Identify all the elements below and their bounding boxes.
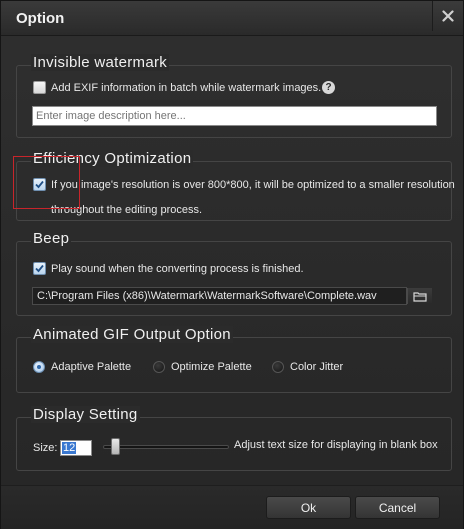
- size-hint-label: Adjust text size for displaying in blank…: [234, 439, 438, 451]
- cancel-button[interactable]: Cancel: [355, 496, 440, 519]
- image-description-input[interactable]: [32, 106, 437, 126]
- check-icon: [35, 264, 44, 273]
- optimize-palette-label: Optimize Palette: [171, 361, 252, 373]
- efficiency-label-line1: If you image's resolution is over 800*80…: [51, 179, 455, 191]
- folder-icon: [413, 291, 427, 302]
- color-jitter-label: Color Jitter: [290, 361, 344, 373]
- browse-folder-button[interactable]: [407, 288, 432, 304]
- invisible-watermark-title: Invisible watermark: [31, 54, 170, 71]
- display-setting-title: Display Setting: [31, 406, 140, 423]
- option-dialog: Option Invisible watermark Add EXIF info…: [0, 0, 464, 529]
- exif-checkbox[interactable]: [33, 81, 46, 94]
- invisible-watermark-group: Invisible watermark Add EXIF information…: [16, 54, 452, 138]
- efficiency-group: Efficiency Optimization If you image's r…: [16, 150, 455, 221]
- size-input[interactable]: 12: [60, 440, 92, 456]
- display-setting-group: Display Setting Size: 12 Adjust text siz…: [16, 406, 452, 471]
- size-value: 12: [62, 442, 77, 454]
- color-jitter-radio[interactable]: [272, 361, 284, 373]
- window-title: Option: [16, 10, 65, 27]
- exif-label: Add EXIF information in batch while wate…: [51, 82, 322, 94]
- beep-group: Beep Play sound when the converting proc…: [16, 230, 452, 316]
- title-bar[interactable]: Option: [1, 1, 463, 36]
- highlight-annotation: [13, 156, 80, 209]
- close-icon: [442, 10, 454, 22]
- size-label: Size:: [33, 442, 58, 454]
- close-button[interactable]: [432, 1, 463, 31]
- beep-checkbox[interactable]: [33, 262, 46, 275]
- beep-label: Play sound when the converting process i…: [51, 263, 304, 275]
- question-icon[interactable]: ?: [322, 81, 335, 94]
- optimize-palette-radio[interactable]: [153, 361, 165, 373]
- sound-path-field[interactable]: C:\Program Files (x86)\Watermark\Waterma…: [32, 287, 407, 305]
- text-size-slider-thumb[interactable]: [111, 438, 121, 455]
- adaptive-palette-label: Adaptive Palette: [51, 361, 132, 373]
- gif-output-title: Animated GIF Output Option: [31, 326, 233, 343]
- dialog-footer: Ok Cancel: [1, 485, 463, 529]
- text-size-slider-track[interactable]: [103, 445, 229, 449]
- gif-output-group: Animated GIF Output Option Adaptive Pale…: [16, 326, 452, 393]
- adaptive-palette-radio[interactable]: [33, 361, 45, 373]
- beep-title: Beep: [31, 230, 72, 247]
- ok-button[interactable]: Ok: [266, 496, 351, 519]
